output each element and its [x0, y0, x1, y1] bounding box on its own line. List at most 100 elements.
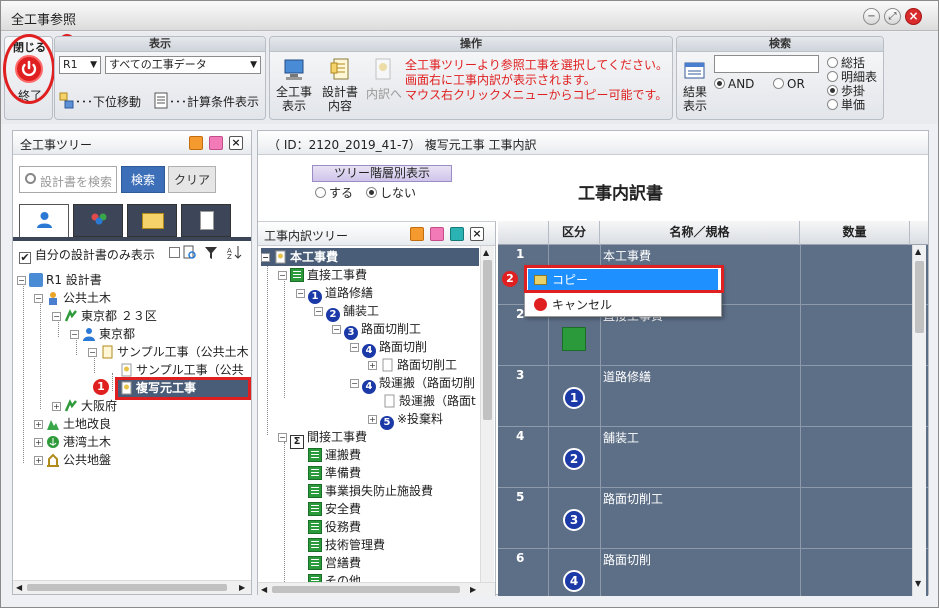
- tree-item[interactable]: + 港湾土木: [34, 433, 111, 451]
- breakdown-tree-item[interactable]: 運搬費: [308, 446, 361, 464]
- radio-dont[interactable]: しない: [366, 184, 416, 201]
- breakdown-tree-item[interactable]: −1 道路修繕: [296, 284, 373, 304]
- tree-item[interactable]: − 東京都 ２３区: [52, 307, 157, 325]
- to-breakdown-icon[interactable]: [370, 57, 396, 83]
- tree-search-input[interactable]: 設計書を検索: [19, 166, 117, 193]
- folder-close-icon[interactable]: [209, 136, 223, 150]
- breakdown-tree-item[interactable]: − Σ 間接工事費: [278, 428, 367, 449]
- tree-search-button[interactable]: 検索: [121, 166, 165, 193]
- tree-item[interactable]: − 公共土木: [34, 289, 111, 307]
- menu-item-cancel[interactable]: キャンセル: [528, 294, 718, 316]
- left-h-scrollbar[interactable]: ◀ ▶: [13, 580, 251, 594]
- table-row[interactable]: 5 路面切削工 3: [498, 488, 928, 549]
- and-radio[interactable]: AND: [714, 77, 754, 91]
- tree-item[interactable]: + 公共地盤: [34, 451, 111, 469]
- move-down-icon[interactable]: [59, 92, 75, 110]
- sort-icon[interactable]: AZ: [227, 245, 243, 261]
- list-green-icon: [308, 448, 322, 462]
- breakdown-tree-item[interactable]: 安全費: [308, 500, 361, 518]
- breakdown-tree-item[interactable]: 殻運搬（路面t: [382, 392, 476, 410]
- col-header-name[interactable]: 名称／規格: [600, 221, 800, 245]
- result-display-icon[interactable]: [684, 61, 706, 81]
- tab-document[interactable]: [181, 204, 231, 237]
- breakdown-tree-item[interactable]: − 直接工事費: [278, 266, 367, 284]
- instruction-line-2: 画面右に工事内訳が表示されます。: [405, 73, 596, 87]
- breakdown-tree-v-scrollbar[interactable]: ▲: [480, 246, 494, 583]
- breakdown-tree-item-selected[interactable]: − 本工事費: [261, 248, 479, 266]
- to-breakdown-label[interactable]: 内訳へ: [366, 85, 402, 102]
- expand-all-icon[interactable]: [410, 227, 424, 241]
- breakdown-tree-item[interactable]: 準備費: [308, 464, 361, 482]
- folder-open-icon[interactable]: [189, 136, 203, 150]
- search-input[interactable]: [714, 55, 819, 73]
- tree-item[interactable]: − 東京都: [70, 325, 135, 343]
- tree-item[interactable]: + 大阪府: [52, 397, 117, 415]
- work-display-label[interactable]: 全工事 表示: [276, 85, 312, 113]
- computer-icon: [29, 273, 43, 287]
- breakdown-tree-item[interactable]: 技術管理費: [308, 536, 385, 554]
- tree-item[interactable]: − サンプル工事（公共土木: [88, 343, 249, 361]
- number-2-icon: 2: [563, 448, 585, 470]
- result-display-label[interactable]: 結果 表示: [683, 85, 707, 113]
- list-green-icon: [308, 502, 322, 516]
- title-bar: 全工事参照 − ⤢ ×: [1, 1, 938, 31]
- close-tree-icon[interactable]: ×: [470, 227, 484, 241]
- map-icon: [64, 309, 78, 323]
- table-row[interactable]: 6 路面切削 4: [498, 549, 928, 596]
- table-row[interactable]: 3 道路修繕 1: [498, 366, 928, 427]
- minimize-button[interactable]: −: [863, 8, 880, 25]
- refresh-icon[interactable]: [450, 227, 464, 241]
- close-window-button[interactable]: ×: [905, 8, 922, 25]
- document-icon: [119, 363, 133, 377]
- breakdown-tree-item[interactable]: −2 舗装工: [314, 302, 379, 322]
- breakdown-tree-item[interactable]: 営繕費: [308, 554, 361, 572]
- close-panel-icon[interactable]: ×: [229, 136, 243, 150]
- calc-conditions-label[interactable]: ･･･計算条件表示: [169, 93, 259, 110]
- callout-circle: [3, 34, 55, 104]
- year-select[interactable]: R1 ▼: [59, 56, 101, 74]
- group-icon: [88, 212, 110, 230]
- power-icon: [534, 298, 547, 311]
- breakdown-area: （ ID：2120_2019_41-7） 複写元工事 工事内訳 ツリー階層別表示…: [257, 130, 929, 596]
- breakdown-tree-item[interactable]: −4 路面切削: [350, 338, 427, 358]
- design-content-label[interactable]: 設計書 内容: [322, 85, 358, 113]
- document-search-icon[interactable]: [183, 245, 197, 260]
- tab-shared-designs[interactable]: [73, 204, 123, 237]
- select-all-checkbox[interactable]: [169, 247, 180, 258]
- callout-badge-2: 2: [502, 271, 518, 287]
- radio-do[interactable]: する: [315, 184, 353, 201]
- breakdown-tree-item[interactable]: 事業損失防止施設費: [308, 482, 433, 500]
- tree-clear-button[interactable]: クリア: [168, 166, 216, 193]
- or-radio[interactable]: OR: [773, 77, 805, 91]
- option-unitprice-radio[interactable]: 単価: [827, 96, 865, 113]
- breakdown-tree-panel: 工事内訳ツリー × − 本工事費 − 直接工事費 −1 道路修繕 −2 舗装工 −3 路面…: [258, 221, 496, 596]
- table-v-scrollbar[interactable]: ▲ ▼: [912, 245, 926, 596]
- filter-icon[interactable]: [204, 245, 218, 260]
- collapse-all-icon[interactable]: [430, 227, 444, 241]
- tree-item[interactable]: − R1 設計書: [17, 271, 102, 289]
- data-select[interactable]: すべての工事データ ▼: [105, 56, 261, 74]
- move-down-label[interactable]: ･･･下位移動: [75, 93, 141, 110]
- list-green-icon: [290, 268, 304, 282]
- document-icon: [200, 211, 214, 230]
- map-icon: [64, 399, 78, 413]
- breakdown-tree-item[interactable]: +5 ※投棄料: [368, 410, 443, 430]
- breakdown-tree-item[interactable]: 役務費: [308, 518, 361, 536]
- breakdown-tree-h-scrollbar[interactable]: ◀ ▶: [258, 582, 495, 596]
- table-row[interactable]: 4 舗装工 2: [498, 427, 928, 488]
- own-only-checkbox[interactable]: ✔ 自分の設計書のみ表示: [19, 246, 155, 264]
- list-green-icon: [308, 466, 322, 480]
- tab-folder[interactable]: [127, 204, 177, 237]
- tab-my-designs[interactable]: [19, 204, 69, 237]
- tree-item[interactable]: + 土地改良: [34, 415, 111, 433]
- col-header-quantity[interactable]: 数量: [800, 221, 910, 245]
- col-header-category[interactable]: 区分: [548, 221, 600, 245]
- restore-button[interactable]: ⤢: [884, 8, 901, 25]
- work-display-icon[interactable]: [282, 57, 308, 83]
- breakdown-tree-item[interactable]: + 路面切削工: [368, 356, 457, 374]
- breakdown-tree-item[interactable]: −3 路面切削工: [332, 320, 421, 340]
- breakdown-tree-item[interactable]: −4 殻運搬（路面切削: [350, 374, 475, 394]
- calc-conditions-icon[interactable]: [153, 92, 169, 110]
- design-content-icon[interactable]: [328, 57, 354, 83]
- tree-level-toggle-button[interactable]: ツリー階層別表示: [312, 165, 452, 182]
